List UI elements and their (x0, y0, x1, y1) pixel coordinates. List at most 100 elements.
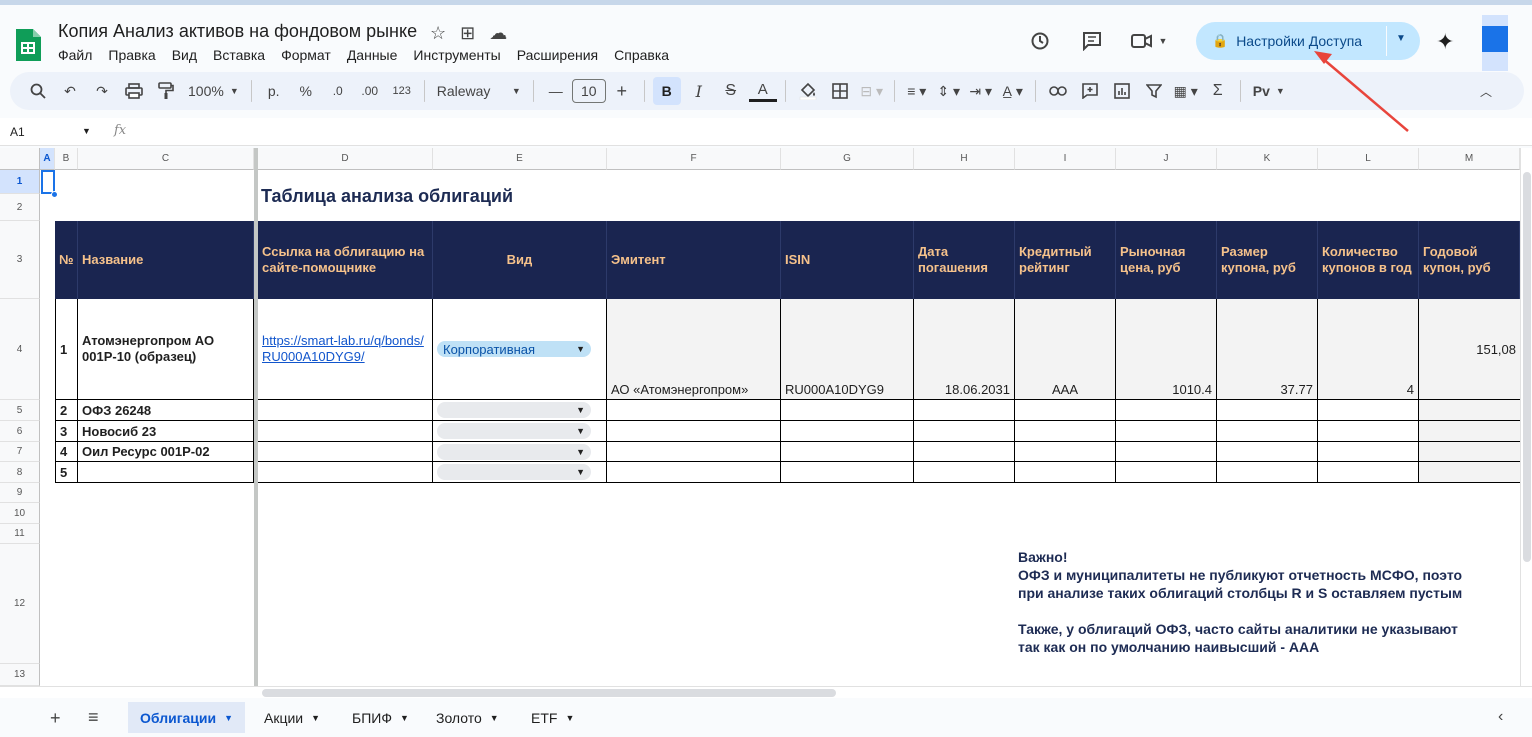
menu-data[interactable]: Данные (347, 47, 398, 63)
decrease-font-size-button[interactable]: — (542, 77, 570, 105)
cell-maturity[interactable] (914, 462, 1015, 483)
row-header[interactable]: 2 (0, 194, 40, 221)
cell-issuer[interactable] (607, 442, 781, 462)
row-header[interactable]: 8 (0, 462, 40, 483)
cell-price[interactable] (1116, 421, 1217, 442)
horizontal-scrollbar[interactable] (0, 686, 1532, 698)
input-tools-button[interactable]: Pv ▼ (1249, 77, 1289, 105)
tab-stocks[interactable]: Акции ▼ (252, 702, 332, 733)
spreadsheet-grid[interactable]: A B C D E F G H I J K L M 1 2 3 4 5 6 7 … (0, 148, 1520, 686)
menu-edit[interactable]: Правка (108, 47, 155, 63)
row-header[interactable]: 9 (0, 483, 40, 503)
cell-link[interactable]: https://smart-lab.ru/q/bonds/RU000A10DYG… (258, 299, 433, 400)
tab-gold[interactable]: Золото ▼ (424, 702, 511, 733)
cell-name[interactable]: ОФЗ 26248 (78, 400, 254, 421)
cell-isin[interactable] (781, 400, 914, 421)
zoom-select[interactable]: 100% ▼ (184, 77, 243, 105)
column-header[interactable]: G (781, 148, 914, 170)
cell-issuer[interactable] (607, 400, 781, 421)
row-header[interactable]: 4 (0, 299, 40, 400)
undo-icon[interactable]: ↶ (56, 77, 84, 105)
cell-number[interactable]: 5 (55, 462, 78, 483)
cell-annual-coupon[interactable] (1419, 462, 1520, 483)
cell-rating[interactable] (1015, 462, 1116, 483)
header-cell-name[interactable]: Название (78, 221, 254, 299)
increase-font-size-button[interactable]: + (608, 77, 636, 105)
column-header[interactable]: D (258, 148, 433, 170)
menu-help[interactable]: Справка (614, 47, 669, 63)
cell-coupon[interactable] (1217, 462, 1318, 483)
select-all-corner[interactable] (0, 148, 40, 170)
cell-type[interactable]: ▼ (433, 462, 607, 483)
print-icon[interactable] (120, 77, 148, 105)
type-dropdown-chip[interactable]: ▼ (437, 443, 591, 460)
cell-coupons-per-year[interactable]: 4 (1318, 299, 1419, 400)
cell-isin[interactable]: RU000A10DYG9 (781, 299, 914, 400)
header-cell-annual-coupon[interactable]: Годовой купон, руб (1419, 221, 1520, 299)
percent-format-button[interactable]: % (292, 77, 320, 105)
font-family-select[interactable]: Raleway ▼ (433, 77, 525, 105)
header-cell-price[interactable]: Рыночная цена, руб (1116, 221, 1217, 299)
version-history-icon[interactable] (1020, 21, 1060, 61)
text-rotation-icon[interactable]: A̲ ▾ (999, 77, 1027, 105)
all-sheets-menu-icon[interactable]: ≡ (88, 707, 99, 728)
header-cell-isin[interactable]: ISIN (781, 221, 914, 299)
cell-rating[interactable] (1015, 400, 1116, 421)
paint-format-icon[interactable] (152, 77, 180, 105)
cell-type[interactable]: ▼ (433, 421, 607, 442)
cell-issuer[interactable] (607, 421, 781, 442)
document-title[interactable]: Копия Анализ активов на фондовом рынке (58, 21, 417, 42)
column-header[interactable]: A (40, 148, 55, 170)
text-wrapping-icon[interactable]: ⇥ ▾ (967, 77, 995, 105)
row-header[interactable]: 6 (0, 421, 40, 442)
cell-maturity[interactable] (914, 442, 1015, 462)
share-button[interactable]: 🔒 Настройки Доступа ▼ (1196, 22, 1420, 60)
cell-number[interactable]: 1 (55, 299, 78, 400)
cell-coupon[interactable] (1217, 400, 1318, 421)
header-cell-coupons-per-year[interactable]: Количество купонов в год (1318, 221, 1419, 299)
type-dropdown-chip[interactable]: ▼ (437, 464, 591, 480)
currency-format-button[interactable]: р. (260, 77, 288, 105)
cell-link[interactable] (258, 462, 433, 483)
cell-name[interactable]: Новосиб 23 (78, 421, 254, 442)
chevron-down-icon[interactable]: ▼ (82, 126, 91, 136)
column-header[interactable]: K (1217, 148, 1318, 170)
insert-chart-icon[interactable] (1108, 77, 1136, 105)
collapse-menus-chevron-up-icon[interactable]: ︿ (1472, 77, 1500, 105)
fill-color-icon[interactable] (794, 77, 822, 105)
borders-icon[interactable] (826, 77, 854, 105)
column-header[interactable]: B (55, 148, 78, 170)
cell-name[interactable] (78, 462, 254, 483)
column-header[interactable]: J (1116, 148, 1217, 170)
cell-issuer[interactable]: АО «Атомэнергопром» (607, 299, 781, 400)
more-formats-button[interactable]: 123 (388, 77, 416, 105)
cell-rating[interactable] (1015, 421, 1116, 442)
cell-link[interactable] (258, 421, 433, 442)
vertical-scrollbar[interactable] (1520, 148, 1532, 686)
type-dropdown-chip[interactable]: ▼ (437, 423, 591, 439)
column-header[interactable]: E (433, 148, 607, 170)
cell-price[interactable]: 1010.4 (1116, 299, 1217, 400)
row-header[interactable]: 12 (0, 544, 40, 664)
cell-link[interactable] (258, 442, 433, 462)
chevron-left-icon[interactable]: ‹ (1498, 708, 1503, 726)
text-color-button[interactable]: A (748, 80, 777, 102)
font-size-input[interactable]: 10 (571, 79, 606, 103)
bond-link[interactable]: https://smart-lab.ru/q/bonds/RU000A10DYG… (262, 333, 428, 365)
column-header[interactable]: L (1318, 148, 1419, 170)
add-sheet-icon[interactable]: + (50, 708, 61, 729)
tab-bpif[interactable]: БПИФ ▼ (340, 702, 421, 733)
menu-format[interactable]: Формат (281, 47, 331, 63)
important-note[interactable]: Важно! ОФЗ и муниципалитеты не публикуют… (1018, 548, 1462, 656)
account-avatar[interactable] (1482, 26, 1508, 52)
row-header[interactable]: 10 (0, 503, 40, 524)
header-cell-number[interactable]: № (55, 221, 78, 299)
cloud-status-icon[interactable]: ☁ (489, 23, 507, 44)
cell-name[interactable]: Атомэнергопром АО 001P-10 (образец) (78, 299, 254, 400)
cell-price[interactable] (1116, 462, 1217, 483)
cell-maturity[interactable] (914, 421, 1015, 442)
row-header[interactable]: 3 (0, 221, 40, 299)
row-header[interactable]: 7 (0, 442, 40, 462)
type-dropdown-chip[interactable]: Корпоративная ▼ (437, 341, 591, 357)
menu-extensions[interactable]: Расширения (517, 47, 598, 63)
